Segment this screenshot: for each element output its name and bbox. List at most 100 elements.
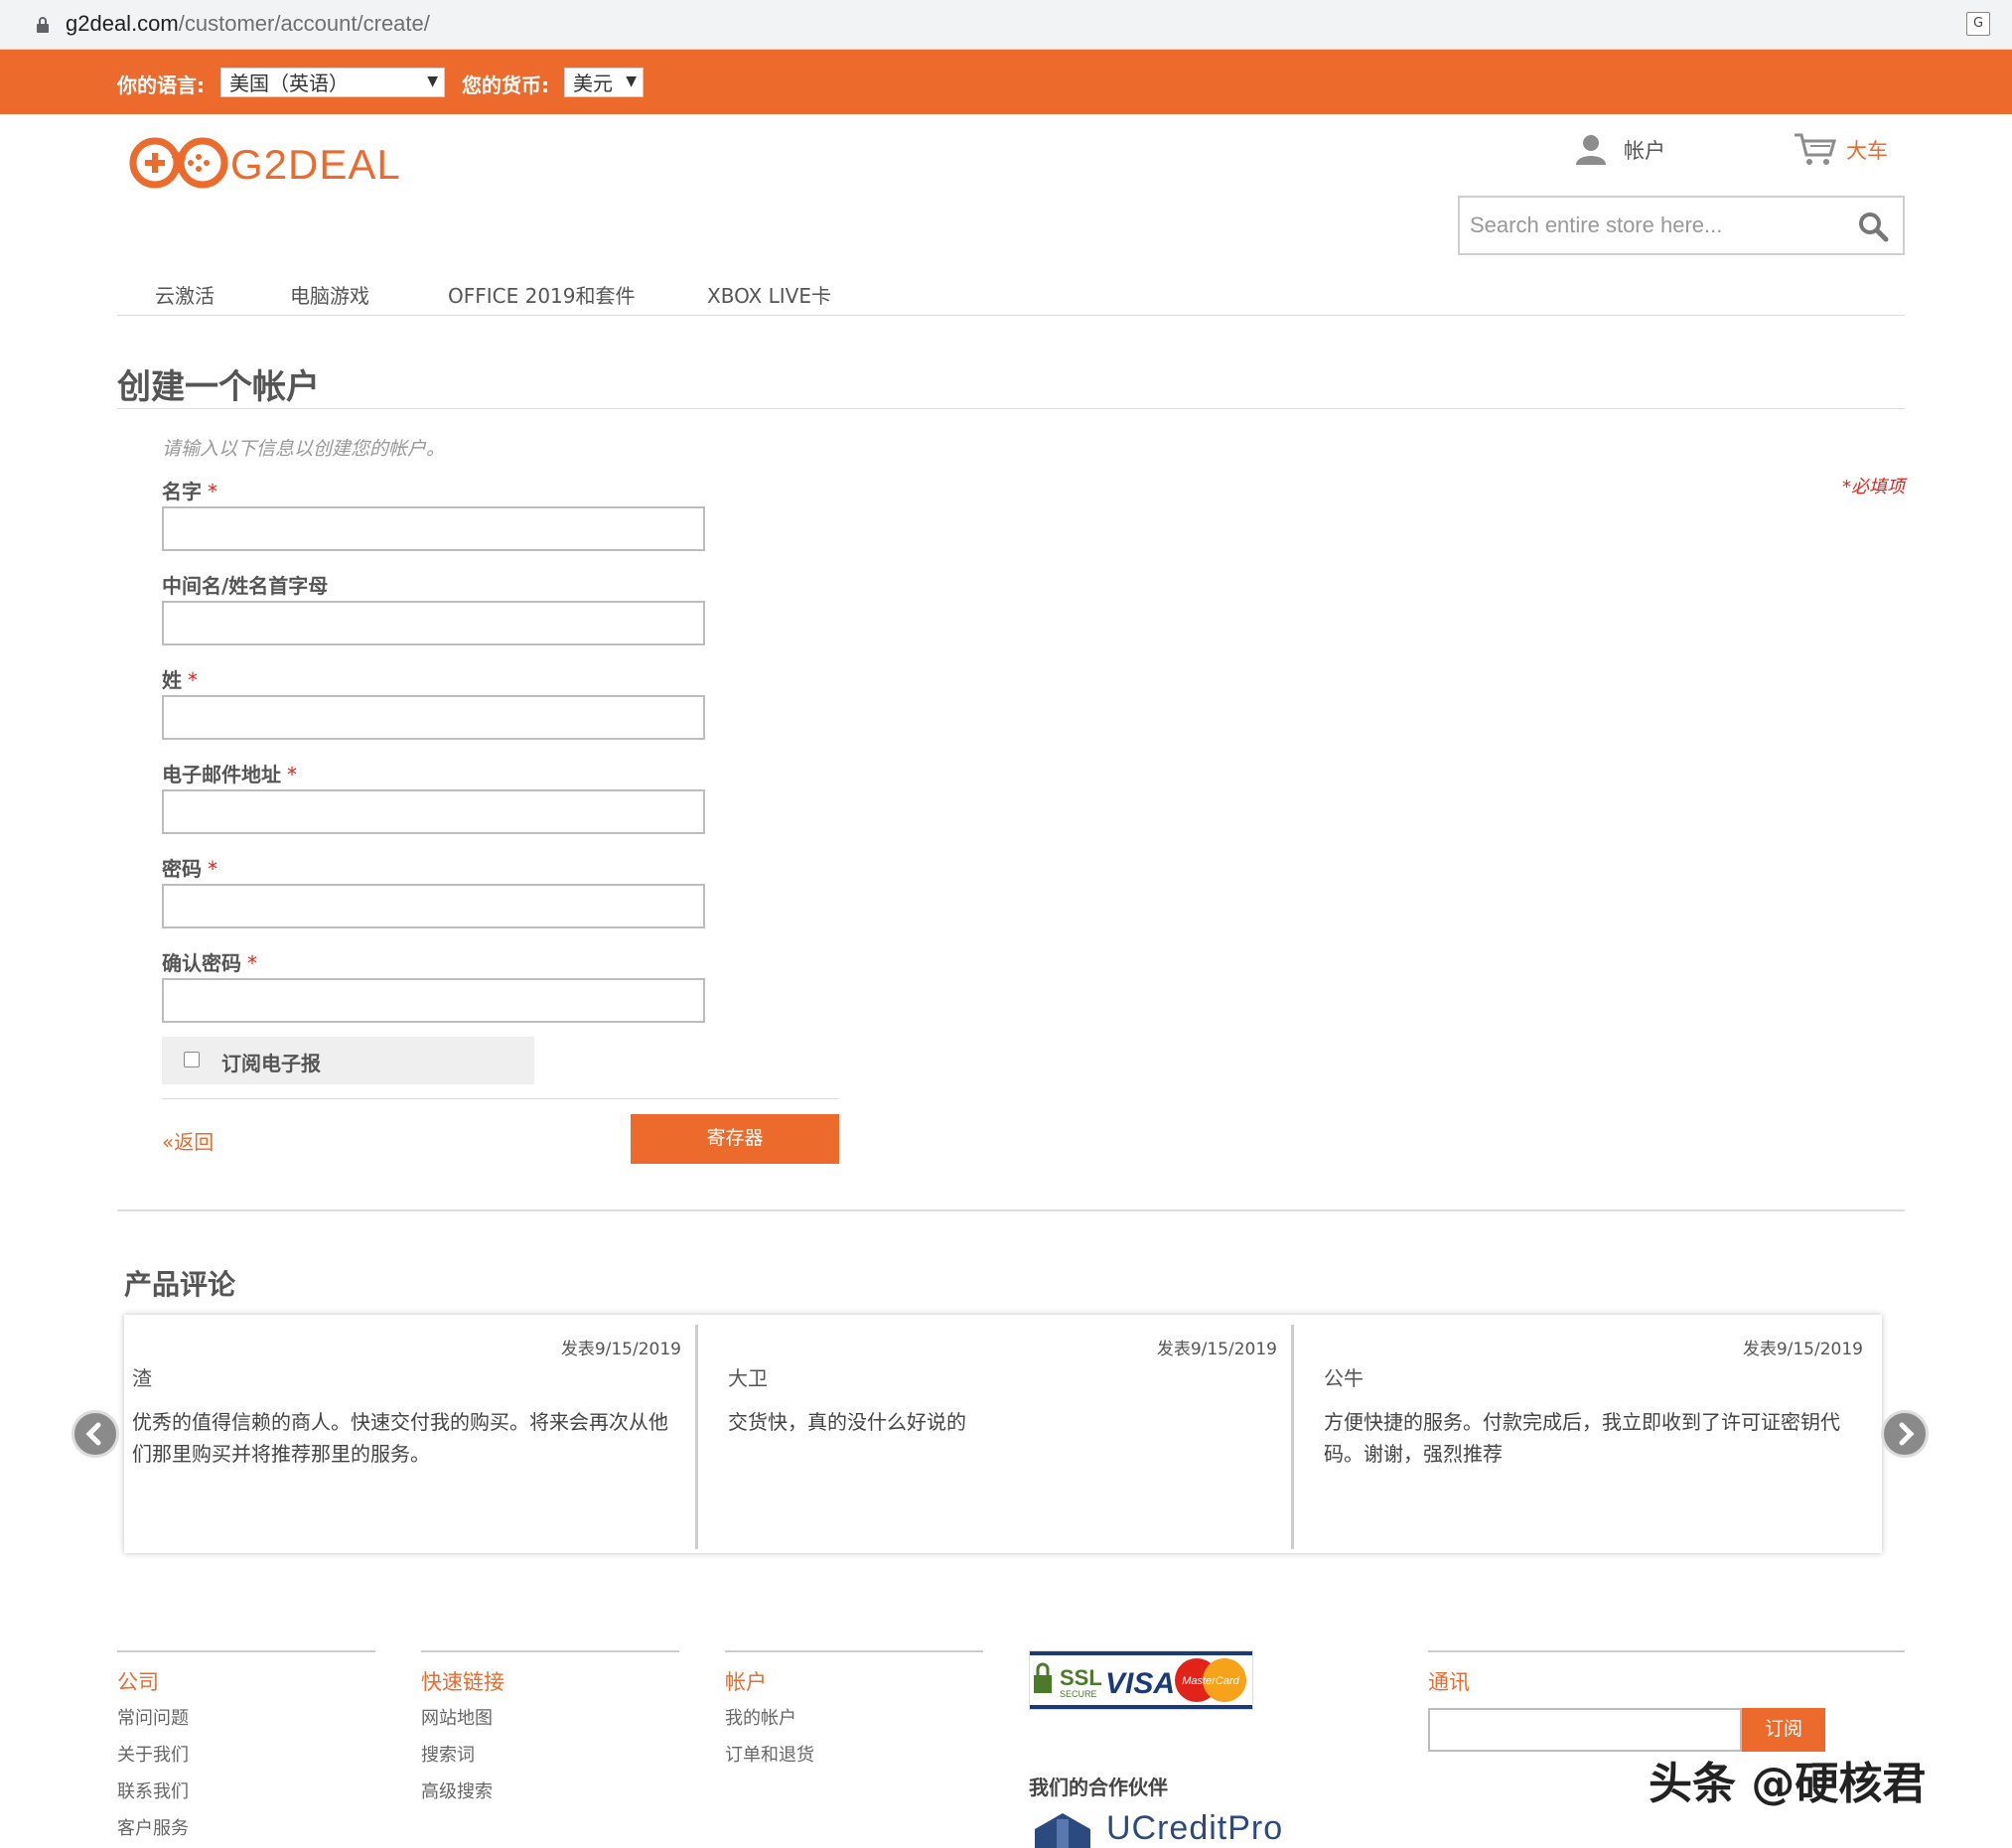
review-date: 发表9/15/2019 [1742,1340,1863,1359]
dropdown-arrow-icon: ▼ [626,73,637,89]
last-name-label: 姓 * [162,664,198,693]
subscribe-button[interactable]: 订阅 [1742,1708,1825,1752]
logo-text: G2DEAL [230,141,401,188]
nav-item-office[interactable]: OFFICE 2019和套件 [448,280,636,309]
url-text[interactable]: g2deal.com/customer/account/create/ [66,11,430,37]
review-body: 交货快，真的没什么好说的 [728,1410,966,1434]
footer-link-customer-service[interactable]: 客户服务 [117,1814,189,1840]
password-label: 密码 * [162,853,217,882]
confirm-password-label: 确认密码 * [162,947,257,976]
partner-name: UCreditPro [1106,1809,1284,1847]
review-card: 发表9/15/2019 公牛 方便快捷的服务。付款完成后，我立即收到了许可证密钥… [1316,1325,1877,1545]
carousel-next-button[interactable] [1881,1410,1929,1458]
language-select[interactable]: 美国（英语） ▼ [220,68,445,97]
svg-text:SSL: SSL [1060,1665,1102,1690]
review-card: 发表9/15/2019 渣 优秀的值得信赖的商人。快速交付我的购买。将来会再次从… [124,1325,695,1545]
divider [421,1650,679,1652]
password-label-text: 密码 [162,857,202,881]
svg-text:VISA: VISA [1105,1667,1175,1700]
currency-select[interactable]: 美元 ▼ [564,68,644,97]
back-link[interactable]: «返回 [162,1126,214,1155]
footer-link-search-terms[interactable]: 搜索词 [421,1741,475,1767]
browser-address-bar[interactable]: g2deal.com/customer/account/create/ G [0,0,2012,50]
footer-company-title: 公司 [117,1670,159,1694]
confirm-password-label-text: 确认密码 [162,951,241,975]
shield-logo-icon [1035,1813,1090,1848]
nav-item-xbox-live[interactable]: XBOX LIVE卡 [707,280,831,309]
top-settings-bar: 你的语言: 美国（英语） ▼ 您的货币: 美元 ▼ [0,50,2012,114]
search-input[interactable] [1470,208,1847,243]
form-intro: 请输入以下信息以创建您的帐户。 [162,438,446,460]
partners-label: 我们的合作伙伴 [1029,1776,1168,1799]
middle-name-label-text: 中间名/姓名首字母 [162,574,329,598]
footer-link-my-account[interactable]: 我的帐户 [725,1704,796,1730]
chevron-left-icon [85,1422,101,1446]
chevron-right-icon [1899,1422,1915,1446]
nav-item-pc-games[interactable]: 电脑游戏 [290,280,369,309]
language-value: 美国（英语） [229,71,349,95]
url-path: /customer/account/create/ [178,11,430,36]
search-icon[interactable] [1857,211,1889,242]
review-author: 渣 [132,1366,152,1390]
middle-name-field[interactable] [162,601,705,645]
nav-item-cloud-activation[interactable]: 云激活 [155,280,215,309]
newsletter-option[interactable]: 订阅电子报 [162,1037,534,1084]
email-label: 电子邮件地址 * [162,759,297,787]
user-icon [1576,135,1606,165]
footer-link-faq[interactable]: 常问问题 [117,1704,189,1730]
required-star: * [188,668,198,692]
footer-account-title: 帐户 [725,1670,767,1694]
language-label: 你的语言: [117,73,205,97]
account-label: 帐户 [1624,139,1665,163]
svg-text:SECURE: SECURE [1060,1689,1097,1699]
divider [1428,1650,1905,1652]
email-field[interactable] [162,789,705,834]
reviews-carousel: 发表9/15/2019 渣 优秀的值得信赖的商人。快速交付我的购买。将来会再次从… [124,1315,1882,1553]
footer-link-orders-returns[interactable]: 订单和退货 [725,1741,814,1767]
footer-quick-links-title: 快速链接 [421,1670,504,1694]
newsletter-label: 订阅电子报 [221,1052,321,1075]
confirm-password-field[interactable] [162,978,705,1023]
lock-icon [37,17,49,33]
required-note: *必填项 [1842,477,1905,498]
password-field[interactable] [162,884,705,928]
footer-link-about[interactable]: 关于我们 [117,1741,189,1767]
divider [162,1098,839,1099]
footer-link-contact[interactable]: 联系我们 [117,1777,189,1803]
review-card: 发表9/15/2019 大卫 交货快，真的没什么好说的 [720,1325,1291,1545]
gamepad-logo-icon: 2 [129,137,228,189]
review-body: 方便快捷的服务。付款完成后，我立即收到了许可证密钥代码。谢谢，强烈推荐 [1324,1410,1840,1466]
translate-icon[interactable]: G [1966,12,1990,36]
first-name-field[interactable] [162,506,705,551]
ssl-visa-mastercard-icon: SSL SECURE VISA MasterCard [1030,1651,1252,1709]
review-separator [1291,1325,1294,1549]
last-name-field[interactable] [162,695,705,740]
email-label-text: 电子邮件地址 [162,763,281,786]
divider [117,1650,375,1652]
required-star: * [208,480,217,503]
dropdown-arrow-icon: ▼ [427,73,438,89]
required-star: * [247,951,257,975]
footer-link-advanced-search[interactable]: 高级搜索 [421,1777,493,1803]
page-title: 创建一个帐户 [117,367,320,407]
svg-text:2: 2 [171,147,188,180]
review-date: 发表9/15/2019 [560,1340,681,1359]
site-logo[interactable]: 2 G2DEAL [129,137,400,191]
footer-link-sitemap[interactable]: 网站地图 [421,1704,493,1730]
register-button[interactable]: 寄存器 [631,1114,839,1164]
url-domain: g2deal.com [66,11,179,36]
last-name-label-text: 姓 [162,668,182,692]
newsletter-checkbox[interactable] [184,1052,200,1067]
newsletter-email-input[interactable] [1428,1708,1742,1752]
currency-value: 美元 [573,71,613,95]
divider [117,1209,1905,1211]
partner-logo[interactable]: UCreditPro [1029,1807,1287,1848]
reviews-title: 产品评论 [124,1268,236,1301]
review-date: 发表9/15/2019 [1156,1340,1277,1359]
divider [725,1650,983,1652]
first-name-label-text: 名字 [162,480,202,503]
currency-label: 您的货币: [462,73,549,97]
review-author: 大卫 [728,1366,768,1390]
required-star: * [287,763,297,786]
carousel-prev-button[interactable] [72,1410,119,1458]
